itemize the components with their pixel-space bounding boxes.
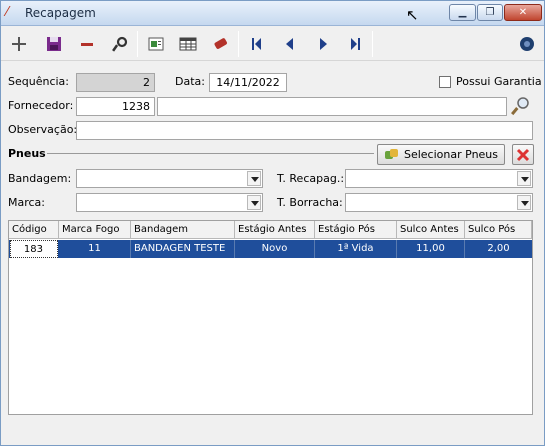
minus-icon[interactable] — [74, 31, 100, 57]
table-cell[interactable]: BANDAGEN TESTE — [131, 240, 235, 258]
first-icon[interactable] — [244, 31, 270, 57]
column-header-marca-fogo[interactable]: Marca Fogo — [59, 221, 131, 239]
pneus-table[interactable]: Código Marca Fogo Bandagem Estágio Antes… — [8, 220, 533, 415]
t-borracha-label: T. Borracha: — [277, 196, 343, 209]
help-icon[interactable] — [514, 31, 540, 57]
toolbar-separator — [137, 31, 138, 57]
tires-icon — [384, 148, 398, 159]
toolbar-separator — [238, 31, 239, 57]
chevron-down-icon[interactable] — [517, 195, 531, 210]
t-recapag-select[interactable] — [345, 169, 533, 188]
app-icon: ⁄ — [6, 5, 9, 20]
table-cell[interactable]: 1ª Vida — [315, 240, 397, 258]
possui-garantia-checkbox[interactable] — [439, 76, 451, 88]
table-cell[interactable]: Novo — [235, 240, 315, 258]
next-icon[interactable] — [310, 31, 336, 57]
possui-garantia-label: Possui Garantia — [456, 75, 542, 88]
remove-pneus-button[interactable] — [512, 144, 534, 165]
maximize-button[interactable]: ❐ — [477, 4, 503, 21]
selecionar-pneus-button[interactable]: Selecionar Pneus — [377, 144, 505, 165]
bandagem-label: Bandagem: — [8, 172, 72, 185]
plus-icon[interactable] — [6, 31, 32, 57]
sequencia-field: 2 — [76, 73, 155, 92]
pneus-divider — [47, 153, 374, 154]
minimize-button[interactable]: ▁ — [449, 4, 476, 21]
close-button[interactable]: ✕ — [504, 4, 542, 21]
chevron-down-icon[interactable] — [517, 171, 531, 186]
marca-label: Marca: — [8, 196, 46, 209]
table-cell[interactable]: 183 — [10, 240, 58, 258]
main-window: ⁄ Recapagem ↖ ▁ ❐ ✕ Sequência: 2 Data: 1… — [0, 0, 545, 446]
column-header-estagio-antes[interactable]: Estágio Antes — [235, 221, 315, 239]
toolbar — [1, 27, 544, 61]
toolbar-separator — [372, 31, 373, 57]
eraser-icon[interactable] — [208, 31, 234, 57]
column-header-sulco-antes[interactable]: Sulco Antes — [397, 221, 465, 239]
last-icon[interactable] — [342, 31, 368, 57]
selecionar-pneus-label: Selecionar Pneus — [403, 148, 499, 161]
prev-icon[interactable] — [277, 31, 303, 57]
fornecedor-name-field[interactable] — [157, 97, 507, 116]
column-header-estagio-pos[interactable]: Estágio Pós — [315, 221, 397, 239]
delete-icon — [516, 148, 530, 161]
title-bar[interactable]: ⁄ Recapagem ↖ ▁ ❐ ✕ — [1, 1, 544, 26]
table-cell[interactable]: 11 — [59, 240, 131, 258]
pneus-section-title: Pneus — [8, 147, 46, 160]
mouse-cursor-icon: ↖ — [406, 6, 419, 24]
chevron-down-icon[interactable] — [247, 195, 261, 210]
observacao-field[interactable] — [76, 121, 533, 140]
column-header-sulco-pos[interactable]: Sulco Pós — [465, 221, 532, 239]
chevron-down-icon[interactable] — [247, 171, 261, 186]
fornecedor-code-field[interactable]: 1238 — [76, 97, 155, 116]
column-header-codigo[interactable]: Código — [9, 221, 59, 239]
fornecedor-label: Fornecedor: — [8, 99, 74, 112]
window-title: Recapagem — [25, 6, 96, 20]
observacao-label: Observação: — [8, 123, 78, 136]
t-borracha-select[interactable] — [345, 193, 533, 212]
data-label: Data: — [175, 75, 205, 88]
report-icon[interactable] — [143, 31, 169, 57]
table-cell[interactable]: 11,00 — [397, 240, 465, 258]
bandagem-select[interactable] — [76, 169, 263, 188]
sequencia-label: Sequência: — [8, 75, 69, 88]
grid-icon[interactable] — [175, 31, 201, 57]
t-recapag-label: T. Recapag.: — [277, 172, 345, 185]
data-field[interactable]: 14/11/2022 — [209, 73, 287, 92]
search-icon[interactable] — [107, 31, 133, 57]
table-cell[interactable]: 2,00 — [465, 240, 532, 258]
marca-select[interactable] — [76, 193, 263, 212]
column-header-bandagem[interactable]: Bandagem — [131, 221, 235, 239]
save-icon[interactable] — [41, 31, 67, 57]
fornecedor-search-icon[interactable] — [509, 95, 533, 117]
